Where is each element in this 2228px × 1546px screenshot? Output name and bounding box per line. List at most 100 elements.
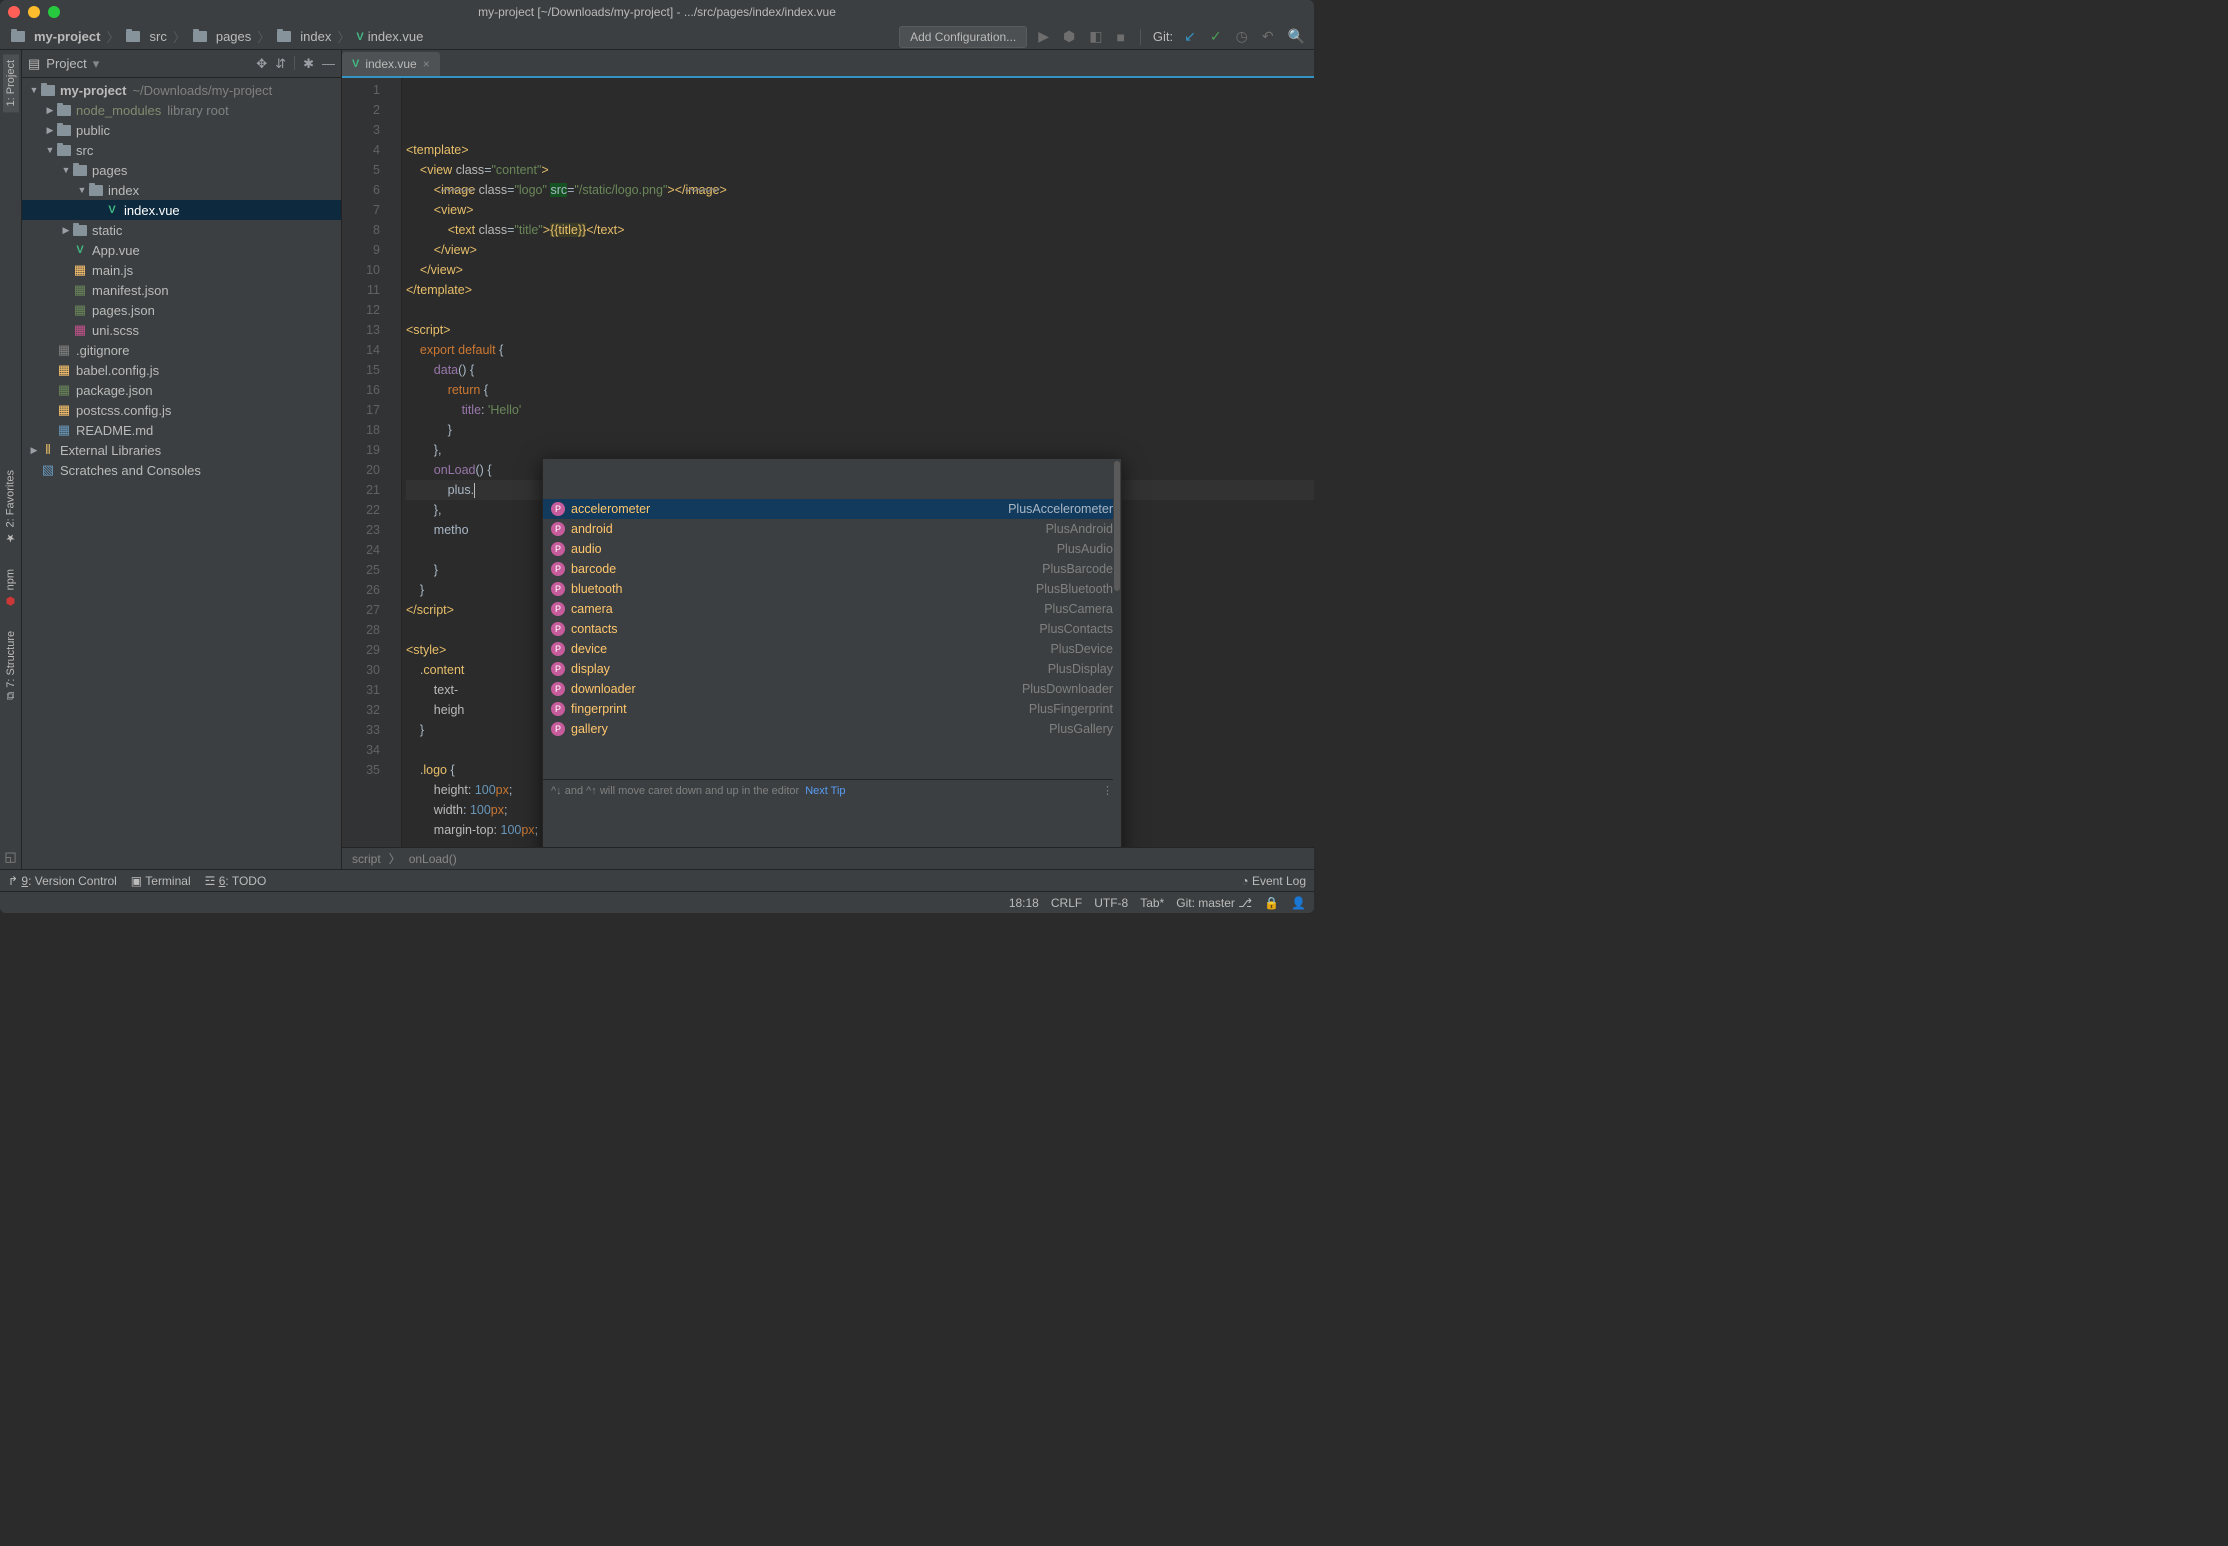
tree-item[interactable]: ▼my-project~/Downloads/my-project bbox=[22, 80, 341, 100]
line-ending[interactable]: CRLF bbox=[1051, 896, 1082, 910]
code-breadcrumb[interactable]: script 〉 onLoad() bbox=[342, 847, 1314, 869]
tree-item[interactable]: Vindex.vue bbox=[22, 200, 341, 220]
tree-item[interactable]: ▶public bbox=[22, 120, 341, 140]
autocomplete-item[interactable]: PdisplayPlusDisplay bbox=[543, 659, 1121, 679]
breadcrumb-item[interactable]: pages bbox=[216, 29, 251, 44]
tree-item[interactable]: ▶⫴External Libraries bbox=[22, 440, 341, 460]
encoding[interactable]: UTF-8 bbox=[1094, 896, 1128, 910]
git-history-icon[interactable]: ◷ bbox=[1233, 28, 1251, 45]
stop-icon[interactable]: ■ bbox=[1113, 29, 1127, 45]
tree-item[interactable]: VApp.vue bbox=[22, 240, 341, 260]
tree-item[interactable]: ▦manifest.json bbox=[22, 280, 341, 300]
autocomplete-item[interactable]: PcontactsPlusContacts bbox=[543, 619, 1121, 639]
tree-item[interactable]: ▼src bbox=[22, 140, 341, 160]
property-icon: P bbox=[551, 662, 565, 676]
tool-strip-left: 1: Project ★2: Favorites ⬢npm ⧉7: Struct… bbox=[0, 50, 22, 869]
tab-npm[interactable]: ⬢npm bbox=[2, 563, 19, 613]
editor-tab[interactable]: V index.vue × bbox=[342, 52, 440, 76]
autocomplete-item[interactable]: PbluetoothPlusBluetooth bbox=[543, 579, 1121, 599]
tab-structure[interactable]: ⧉7: Structure bbox=[3, 625, 19, 706]
locate-icon[interactable]: ✥ bbox=[256, 56, 267, 72]
autocomplete-item[interactable]: PaudioPlusAudio bbox=[543, 539, 1121, 559]
tab-project[interactable]: 1: Project bbox=[3, 54, 19, 112]
tab-label: index.vue bbox=[365, 57, 416, 71]
property-icon: P bbox=[551, 622, 565, 636]
git-label: Git: bbox=[1153, 29, 1173, 44]
close-tab-icon[interactable]: × bbox=[423, 57, 430, 71]
autocomplete-popup[interactable]: PaccelerometerPlusAccelerometerPandroidP… bbox=[542, 458, 1122, 847]
coverage-icon[interactable]: ◧ bbox=[1086, 28, 1105, 45]
property-icon: P bbox=[551, 702, 565, 716]
tree-item[interactable]: ▧Scratches and Consoles bbox=[22, 460, 341, 480]
line-gutter[interactable]: 1234567891011121314151617181920212223242… bbox=[342, 78, 390, 847]
add-configuration-button[interactable]: Add Configuration... bbox=[899, 26, 1027, 48]
bottom-toolbar: ↱ 9: Version Control ▣ Terminal ☲ 6: TOD… bbox=[0, 869, 1314, 891]
tree-item[interactable]: ▦uni.scss bbox=[22, 320, 341, 340]
autocomplete-item[interactable]: PcameraPlusCamera bbox=[543, 599, 1121, 619]
tab-favorites[interactable]: ★2: Favorites bbox=[2, 464, 19, 550]
close-icon[interactable] bbox=[8, 6, 20, 18]
expand-icon[interactable]: ⇵ bbox=[275, 56, 286, 72]
indent-mode[interactable]: Tab* bbox=[1140, 896, 1164, 910]
project-panel-title: Project bbox=[46, 56, 86, 71]
settings-icon[interactable]: ✱ bbox=[303, 56, 314, 72]
minimize-icon[interactable] bbox=[28, 6, 40, 18]
autocomplete-item[interactable]: PdownloaderPlusDownloader bbox=[543, 679, 1121, 699]
terminal-button[interactable]: ▣ Terminal bbox=[131, 874, 191, 888]
autocomplete-item[interactable]: PaccelerometerPlusAccelerometer bbox=[543, 499, 1121, 519]
todo-button[interactable]: ☲ 6: TODO bbox=[205, 874, 267, 888]
struct-crumb[interactable]: onLoad() bbox=[409, 852, 457, 866]
autocomplete-item[interactable]: PfingerprintPlusFingerprint bbox=[543, 699, 1121, 719]
git-branch[interactable]: Git: master ⎇ bbox=[1176, 896, 1252, 910]
breadcrumb-item[interactable]: index bbox=[300, 29, 331, 44]
version-control-button[interactable]: ↱ 9: Version Control bbox=[8, 874, 117, 888]
autocomplete-item[interactable]: PandroidPlusAndroid bbox=[543, 519, 1121, 539]
maximize-icon[interactable] bbox=[48, 6, 60, 18]
project-tree[interactable]: ▼my-project~/Downloads/my-project▶node_m… bbox=[22, 78, 341, 869]
breadcrumb-file[interactable]: index.vue bbox=[368, 29, 424, 44]
property-icon: P bbox=[551, 642, 565, 656]
debug-icon[interactable]: ⬢ bbox=[1060, 28, 1078, 45]
autocomplete-item[interactable]: PgalleryPlusGallery bbox=[543, 719, 1121, 739]
caret-position[interactable]: 18:18 bbox=[1009, 896, 1039, 910]
property-icon: P bbox=[551, 682, 565, 696]
tree-item[interactable]: ▦babel.config.js bbox=[22, 360, 341, 380]
search-icon[interactable]: 🔍 bbox=[1285, 28, 1308, 45]
vue-icon: V bbox=[356, 31, 363, 43]
vue-icon: V bbox=[352, 58, 359, 70]
project-panel: ▤ Project ▾ ✥ ⇵ ✱ — ▼my-project~/Downloa… bbox=[22, 50, 342, 869]
lock-icon[interactable]: 🔒 bbox=[1264, 896, 1279, 910]
more-icon[interactable]: ⋮ bbox=[1102, 781, 1113, 801]
tree-item[interactable]: ▦pages.json bbox=[22, 300, 341, 320]
git-rollback-icon[interactable]: ↶ bbox=[1259, 28, 1277, 45]
tree-item[interactable]: ▶node_moduleslibrary root bbox=[22, 100, 341, 120]
property-icon: P bbox=[551, 502, 565, 516]
autocomplete-item[interactable]: PdevicePlusDevice bbox=[543, 639, 1121, 659]
tree-item[interactable]: ▦main.js bbox=[22, 260, 341, 280]
next-tip-link[interactable]: Next Tip bbox=[805, 781, 845, 801]
popup-scrollbar[interactable] bbox=[1114, 461, 1120, 591]
tree-item[interactable]: ▦.gitignore bbox=[22, 340, 341, 360]
window-icon[interactable]: ◱ bbox=[0, 845, 20, 869]
app-window: my-project [~/Downloads/my-project] - ..… bbox=[0, 0, 1314, 913]
tree-item[interactable]: ▼index bbox=[22, 180, 341, 200]
event-log-button[interactable]: ◔ Event Log bbox=[1241, 874, 1306, 888]
git-commit-icon[interactable]: ✓ bbox=[1207, 28, 1225, 45]
tree-item[interactable]: ▦README.md bbox=[22, 420, 341, 440]
tree-item[interactable]: ▦postcss.config.js bbox=[22, 400, 341, 420]
hide-icon[interactable]: — bbox=[322, 56, 335, 72]
inspector-icon[interactable]: 👤 bbox=[1291, 896, 1306, 910]
code-editor[interactable]: <template> <view class="content"> <image… bbox=[402, 78, 1314, 847]
git-update-icon[interactable]: ↙ bbox=[1181, 28, 1199, 45]
breadcrumb[interactable]: my-project 〉 src 〉 pages 〉 index 〉 Vinde… bbox=[6, 27, 427, 46]
breadcrumb-item[interactable]: src bbox=[149, 29, 166, 44]
fold-column[interactable] bbox=[390, 78, 402, 847]
autocomplete-item[interactable]: PbarcodePlusBarcode bbox=[543, 559, 1121, 579]
breadcrumb-root[interactable]: my-project bbox=[34, 29, 100, 44]
tree-item[interactable]: ▦package.json bbox=[22, 380, 341, 400]
editor-tabs: V index.vue × bbox=[342, 50, 1314, 78]
run-icon[interactable]: ▶ bbox=[1035, 28, 1052, 45]
tree-item[interactable]: ▶static bbox=[22, 220, 341, 240]
tree-item[interactable]: ▼pages bbox=[22, 160, 341, 180]
struct-crumb[interactable]: script bbox=[352, 852, 381, 866]
